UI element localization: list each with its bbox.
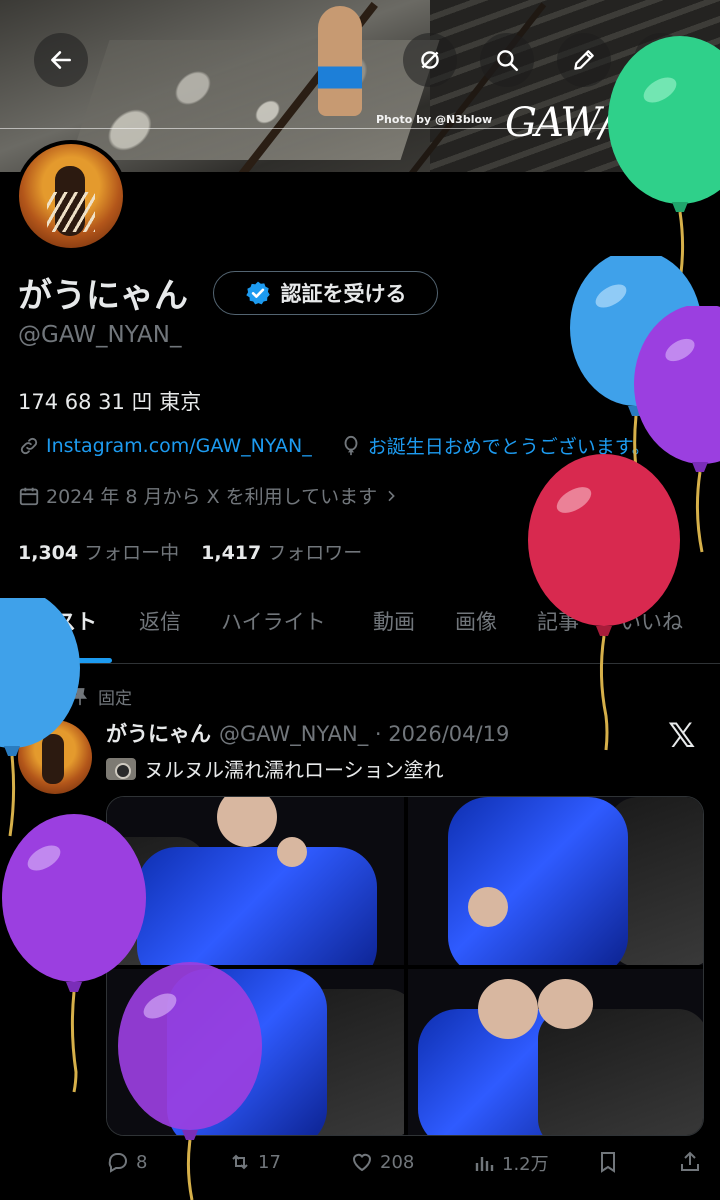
birthday-message[interactable]: お誕生日おめでとうございます。 [368, 432, 651, 459]
followers-label: フォロワー [267, 542, 363, 564]
profile-tabs: ポスト 返信 ハイライト 動画 画像 記事 いいね [0, 586, 720, 664]
x-logo-icon: 𝕏 [668, 716, 696, 756]
camera-flash-icon [106, 758, 136, 780]
profile-joined-row[interactable]: 2024 年 8 月から X を利用しています [18, 482, 399, 509]
balloon-icon [344, 435, 358, 455]
search-button[interactable] [480, 33, 534, 87]
get-verified-button[interactable]: 認証を受ける [213, 271, 438, 315]
profile-name: がうにゃん [18, 276, 188, 316]
pinned-label: 固定 [98, 689, 132, 709]
banner-figure [318, 6, 362, 116]
media-1-suit [137, 847, 377, 965]
media-image-2[interactable] [408, 797, 703, 965]
followers-link[interactable]: 1,417 フォロワー [201, 538, 362, 565]
like-button[interactable]: 208 [350, 1150, 414, 1174]
post-handle-date[interactable]: @GAW_NYAN_ · 2026/04/19 [219, 722, 509, 746]
tab-posts[interactable]: ポスト [34, 606, 97, 636]
profile-link[interactable]: Instagram.com/GAW_NYAN_ [46, 435, 312, 457]
followers-count: 1,417 [201, 542, 262, 564]
post-avatar[interactable] [18, 720, 92, 794]
pinned-indicator: 固定 [72, 684, 132, 709]
repost-button[interactable]: 17 [228, 1150, 281, 1174]
repost-icon [232, 1154, 248, 1170]
banner-rubble [70, 40, 440, 160]
follow-stats: 1,304 フォロー中 1,417 フォロワー [18, 538, 362, 565]
profile-avatar[interactable] [15, 140, 127, 252]
reply-icon [108, 1153, 127, 1173]
active-tab-indicator [26, 658, 112, 663]
banner-brand: GAW/NYAN [505, 100, 720, 146]
profile-handle: @GAW_NYAN_ [18, 322, 182, 348]
media-4-face [478, 979, 538, 1039]
post-actions: 8 17 208 1.2万 [106, 1150, 706, 1182]
post-text: ヌルヌル濡れ濡れローション塗れ [144, 758, 444, 782]
profile-banner[interactable]: Photo by @N3blow GAW/NYAN [0, 0, 720, 172]
media-3-suit [167, 969, 327, 1135]
tab-replies[interactable]: 返信 [139, 606, 181, 636]
tab-articles[interactable]: 記事 [537, 606, 579, 636]
profile-meta-links: Instagram.com/GAW_NYAN_ お誕生日おめでとうございます。 [18, 432, 651, 459]
post-author-name[interactable]: がうにゃん [106, 722, 211, 746]
tab-likes[interactable]: いいね [620, 606, 683, 636]
joined-date: 2024 年 8 月から X を利用しています [46, 486, 378, 508]
profile-bio: 174 68 31 凹 東京 [18, 390, 202, 414]
reply-count: 8 [136, 1151, 148, 1173]
bookmark-button[interactable] [596, 1150, 620, 1174]
analytics-icon [475, 1157, 494, 1171]
tab-videos[interactable]: 動画 [373, 606, 415, 636]
heart-icon [352, 1153, 372, 1172]
like-count: 208 [380, 1151, 415, 1173]
media-image-3[interactable] [107, 969, 404, 1135]
post-header: がうにゃん @GAW_NYAN_ · 2026/04/19 [106, 718, 509, 748]
media-2-hand [468, 887, 508, 927]
bookmark-icon [601, 1152, 615, 1173]
tab-highlights[interactable]: ハイライト [221, 606, 326, 636]
media-1-face [217, 797, 277, 847]
media-4-face-2 [538, 979, 593, 1029]
tab-images[interactable]: 画像 [455, 606, 497, 636]
media-1-hand [277, 837, 307, 867]
repost-count: 17 [258, 1151, 281, 1173]
search-icon [497, 50, 519, 72]
edit-button[interactable] [557, 33, 611, 87]
media-2-suit [448, 797, 628, 965]
verified-badge-icon [245, 281, 270, 305]
share-icon [681, 1151, 699, 1171]
avatar-ropes [47, 192, 95, 232]
chevron-right-icon [388, 490, 395, 501]
pencil-icon [574, 50, 594, 70]
timeline-button[interactable] [403, 33, 457, 87]
following-count: 1,304 [18, 542, 79, 564]
share-post-button[interactable] [678, 1150, 702, 1174]
share-profile-button[interactable] [634, 33, 688, 87]
reply-button[interactable]: 8 [106, 1150, 147, 1174]
calendar-icon [19, 487, 39, 505]
timeline-off-icon [421, 51, 439, 69]
get-verified-label: 認証を受ける [280, 282, 407, 306]
media-image-1[interactable] [107, 797, 404, 965]
post-avatar-figure [42, 734, 64, 784]
view-count: 1.2万 [502, 1154, 549, 1175]
share-icon [651, 48, 671, 70]
post-body: ヌルヌル濡れ濡れローション塗れ [106, 754, 444, 783]
blue-balloon [570, 256, 702, 517]
pin-icon [72, 687, 88, 705]
banner-photo-credit: Photo by @N3blow [376, 113, 493, 126]
following-label: フォロー中 [84, 542, 180, 564]
link-icon [20, 437, 38, 454]
banner-stairs [430, 0, 720, 172]
arrow-left-icon [51, 51, 71, 69]
back-button[interactable] [34, 33, 88, 87]
media-image-4[interactable] [408, 969, 703, 1135]
following-link[interactable]: 1,304 フォロー中 [18, 538, 179, 565]
post-media-grid[interactable] [106, 796, 704, 1136]
views-button[interactable]: 1.2万 [472, 1150, 549, 1176]
